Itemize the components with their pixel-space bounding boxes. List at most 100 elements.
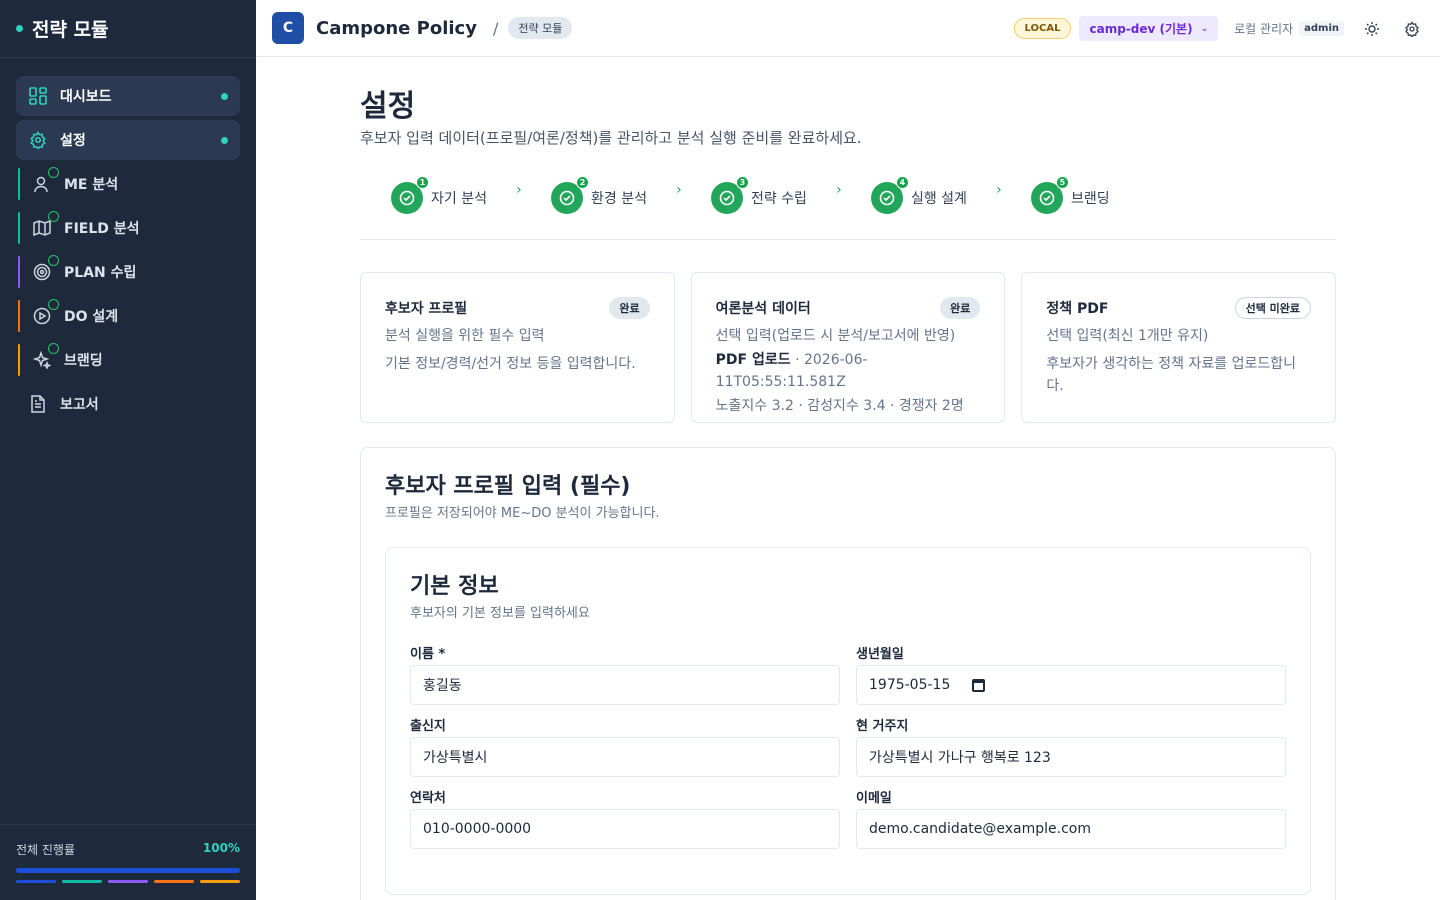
chevron-right-icon: › xyxy=(516,182,522,198)
hometown-field-group: 출신지 가상특별시 xyxy=(410,715,840,777)
card-upload-info: PDF 업로드 · 2026-06-11T05:55:11.581Z xyxy=(716,349,981,393)
card-metrics: 노출지수 3.2 · 감성지수 3.4 · 경쟁자 2명 xyxy=(715,398,964,414)
breadcrumb: 전략 모듈 xyxy=(508,17,573,39)
sidebar-item-plan[interactable]: PLAN 수립 xyxy=(16,252,240,292)
progress-bar-fill xyxy=(16,868,240,873)
section-subtitle: 후보자의 기본 정보를 입력하세요 xyxy=(410,606,590,621)
project-select[interactable]: camp-dev (기본) ⌄ xyxy=(1079,16,1219,41)
sidebar-item-dashboard[interactable]: 대시보드 xyxy=(16,76,240,116)
card-candidate-profile[interactable]: 후보자 프로필 완료 분석 실행을 위한 필수 입력 기본 정보/경력/선거 정… xyxy=(360,272,675,423)
app-logo[interactable]: C xyxy=(272,12,304,44)
phone-label: 연락처 xyxy=(410,791,446,806)
play-circle-icon xyxy=(32,299,59,326)
chevron-down-icon: ⌄ xyxy=(1200,23,1209,34)
step-2[interactable]: 2 환경 분석 xyxy=(550,176,647,214)
step-label: 브랜딩 xyxy=(1070,191,1110,207)
sidebar-item-do[interactable]: DO 설계 xyxy=(16,296,240,336)
app-title[interactable]: Campone Policy xyxy=(316,18,477,39)
status-dot xyxy=(16,25,23,32)
sidebar-item-label: 설정 xyxy=(60,133,86,149)
name-field-group: 이름 * 홍길동 xyxy=(410,643,840,705)
sidebar-item-field[interactable]: FIELD 분석 xyxy=(16,208,240,248)
main-content: 설정 후보자 입력 데이터(프로필/여론/정책)를 관리하고 분석 실행 준비를… xyxy=(360,57,1337,900)
sidebar-item-label: 대시보드 xyxy=(60,89,112,105)
name-label: 이름 * xyxy=(410,647,446,662)
progress-label: 전체 진행률 xyxy=(16,843,76,857)
basic-info-form: 이름 * 홍길동 생년월일 1975-05-15 출신지 가상특별시 현 거주지 xyxy=(410,643,1286,849)
step-label: 실행 설계 xyxy=(910,191,967,207)
check-circle-icon: 5 xyxy=(1030,176,1069,214)
user-name: 로컬 관리자 xyxy=(1234,22,1294,36)
step-1[interactable]: 1 자기 분석 xyxy=(391,176,487,214)
sidebar-title: 전략 모듈 xyxy=(32,19,109,41)
phone-field-group: 연락처 010-0000-0000 xyxy=(410,787,840,849)
segment-plan xyxy=(108,880,148,883)
sidebar-item-label: 브랜딩 xyxy=(64,353,103,369)
hometown-input[interactable]: 가상특별시 xyxy=(410,737,840,777)
card-description: 선택 입력(업로드 시 분석/보고서에 반영) xyxy=(715,328,956,344)
birthdate-input[interactable]: 1975-05-15 xyxy=(856,665,1286,705)
sidebar-item-label: DO 설계 xyxy=(64,309,119,325)
step-3[interactable]: 3 전략 수립 xyxy=(710,176,807,214)
card-title: 여론분석 데이터 xyxy=(715,301,811,317)
step-4[interactable]: 4 실행 설계 xyxy=(870,176,967,214)
panel-title: 후보자 프로필 입력 (필수) xyxy=(385,474,631,499)
card-detail: 기본 정보/경력/선거 정보 등을 입력합니다. xyxy=(385,356,636,372)
phone-input[interactable]: 010-0000-0000 xyxy=(410,809,840,849)
sidebar: 전략 모듈 대시보드 설정 ME 분석 FIELD 분석 PLAN 수립 DO … xyxy=(0,0,256,900)
document-icon xyxy=(28,394,48,414)
overall-progress: 전체 진행률 100% xyxy=(0,824,256,900)
card-policy-pdf[interactable]: 정책 PDF 선택 미완료 선택 입력(최신 1개만 유지) 후보자가 생각하는… xyxy=(1021,272,1337,423)
step-5[interactable]: 5 브랜딩 xyxy=(1030,176,1110,214)
check-circle-icon: 1 xyxy=(391,176,429,214)
page-title: 설정 xyxy=(360,89,416,124)
birthdate-value: 1975-05-15 xyxy=(869,677,951,693)
target-icon xyxy=(32,255,59,282)
status-badge: 완료 xyxy=(940,297,981,319)
birth-label: 생년월일 xyxy=(856,647,904,662)
gear-icon[interactable] xyxy=(1400,17,1424,41)
email-label: 이메일 xyxy=(856,791,892,806)
residence-field-group: 현 거주지 가상특별시 가나구 행복로 123 xyxy=(856,715,1286,777)
sparkle-icon xyxy=(32,343,59,370)
progress-percent: 100% xyxy=(202,841,240,855)
sidebar-item-settings[interactable]: 설정 xyxy=(16,120,240,160)
check-badge-icon xyxy=(48,167,59,178)
gear-icon xyxy=(28,130,48,150)
active-dot xyxy=(221,93,228,100)
project-select-value: camp-dev (기본) xyxy=(1089,22,1193,36)
check-badge-icon xyxy=(48,211,59,222)
sun-icon[interactable] xyxy=(1360,17,1384,41)
card-title: 후보자 프로필 xyxy=(385,301,468,317)
status-badge: 선택 미완료 xyxy=(1234,297,1312,319)
calendar-icon[interactable] xyxy=(972,678,986,692)
check-badge-icon xyxy=(48,255,59,266)
birth-field-group: 생년월일 1975-05-15 xyxy=(856,643,1286,705)
status-badge: 완료 xyxy=(609,297,650,319)
top-header: C Campone Policy / 전략 모듈 LOCAL camp-dev … xyxy=(256,0,1440,57)
sidebar-brand: 전략 모듈 xyxy=(0,0,256,58)
card-description: 분석 실행을 위한 필수 입력 xyxy=(385,328,545,344)
env-badge: LOCAL xyxy=(1013,18,1072,39)
card-poll-data[interactable]: 여론분석 데이터 완료 선택 입력(업로드 시 분석/보고서에 반영) PDF … xyxy=(690,272,1006,423)
residence-label: 현 거주지 xyxy=(856,719,909,734)
basic-info-section: 기본 정보 후보자의 기본 정보를 입력하세요 이름 * 홍길동 생년월일 19… xyxy=(385,547,1311,895)
page-subtitle: 후보자 입력 데이터(프로필/여론/정책)를 관리하고 분석 실행 준비를 완료… xyxy=(360,129,862,147)
residence-input[interactable]: 가상특별시 가나구 행복로 123 xyxy=(856,737,1286,777)
check-circle-icon: 4 xyxy=(870,176,909,214)
header-actions: LOCAL camp-dev (기본) ⌄ 로컬 관리자 admin xyxy=(1013,0,1424,57)
sidebar-item-branding[interactable]: 브랜딩 xyxy=(16,340,240,380)
status-cards: 후보자 프로필 완료 분석 실행을 위한 필수 입력 기본 정보/경력/선거 정… xyxy=(360,272,1337,423)
sidebar-item-me[interactable]: ME 분석 xyxy=(16,164,240,204)
sidebar-item-label: FIELD 분석 xyxy=(64,221,140,237)
hometown-label: 출신지 xyxy=(410,719,446,734)
email-input[interactable]: demo.candidate@example.com xyxy=(856,809,1286,849)
chevron-right-icon: › xyxy=(836,182,842,198)
segment-do xyxy=(154,880,194,883)
name-input[interactable]: 홍길동 xyxy=(410,665,840,705)
card-title: 정책 PDF xyxy=(1046,301,1109,317)
card-description: 선택 입력(최신 1개만 유지) xyxy=(1046,328,1209,344)
progress-bar xyxy=(16,868,240,873)
active-dot xyxy=(221,137,228,144)
sidebar-item-report[interactable]: 보고서 xyxy=(16,384,240,424)
